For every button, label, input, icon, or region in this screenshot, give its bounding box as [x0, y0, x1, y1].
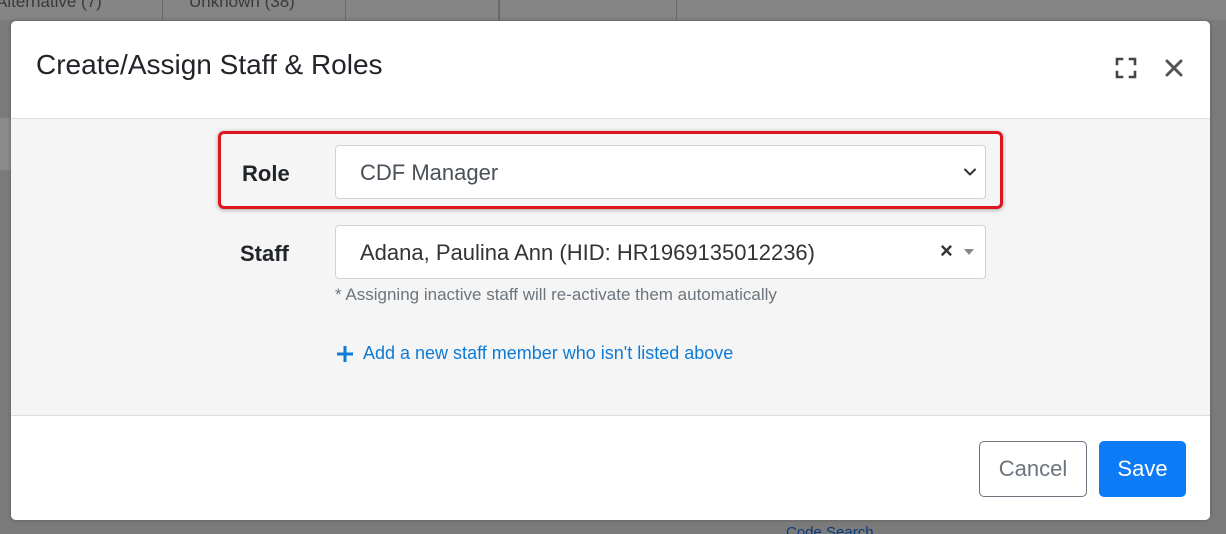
staff-help-text: * Assigning inactive staff will re-activ…: [335, 285, 777, 304]
background-tab-alternative: Alternative (7): [0, 0, 163, 20]
background-tab-empty: [346, 0, 499, 20]
role-label: Role: [242, 161, 290, 186]
role-select[interactable]: CDF Manager: [335, 145, 986, 199]
clear-selection-icon[interactable]: ×: [940, 240, 958, 262]
staff-select[interactable]: Adana, Paulina Ann (HID: HR1969135012236…: [335, 225, 986, 279]
add-new-staff-link[interactable]: Add a new staff member who isn't listed …: [337, 343, 733, 364]
background-tab-unknown: Unknown (38): [163, 0, 346, 20]
chevron-down-icon: [964, 168, 976, 176]
fullscreen-icon: [1115, 57, 1137, 79]
close-icon: [1165, 59, 1183, 77]
staff-label: Staff: [240, 241, 289, 266]
plus-icon: [337, 345, 353, 362]
background-partial-link: Code Search: [786, 524, 874, 534]
staff-selected-value: Adana, Paulina Ann (HID: HR1969135012236…: [360, 240, 815, 265]
add-new-staff-link-label: Add a new staff member who isn't listed …: [363, 343, 734, 363]
dropdown-caret-icon[interactable]: [964, 249, 974, 255]
close-button[interactable]: [1159, 53, 1189, 83]
save-button[interactable]: Save: [1099, 441, 1186, 497]
background-tab-strip: Alternative (7) Unknown (38): [0, 0, 1226, 20]
modal-header: Create/Assign Staff & Roles: [11, 21, 1210, 119]
modal-footer: Cancel Save: [11, 416, 1210, 520]
expand-button[interactable]: [1111, 53, 1141, 83]
cancel-button[interactable]: Cancel: [979, 441, 1087, 497]
modal-title: Create/Assign Staff & Roles: [36, 49, 383, 80]
role-selected-value: CDF Manager: [360, 160, 499, 185]
staff-roles-modal: Create/Assign Staff & Roles Role CDF Man…: [11, 21, 1210, 520]
background-tab-empty-2: [499, 0, 677, 20]
modal-body: Role CDF Manager Staff Adana, Paulina An…: [11, 119, 1210, 416]
